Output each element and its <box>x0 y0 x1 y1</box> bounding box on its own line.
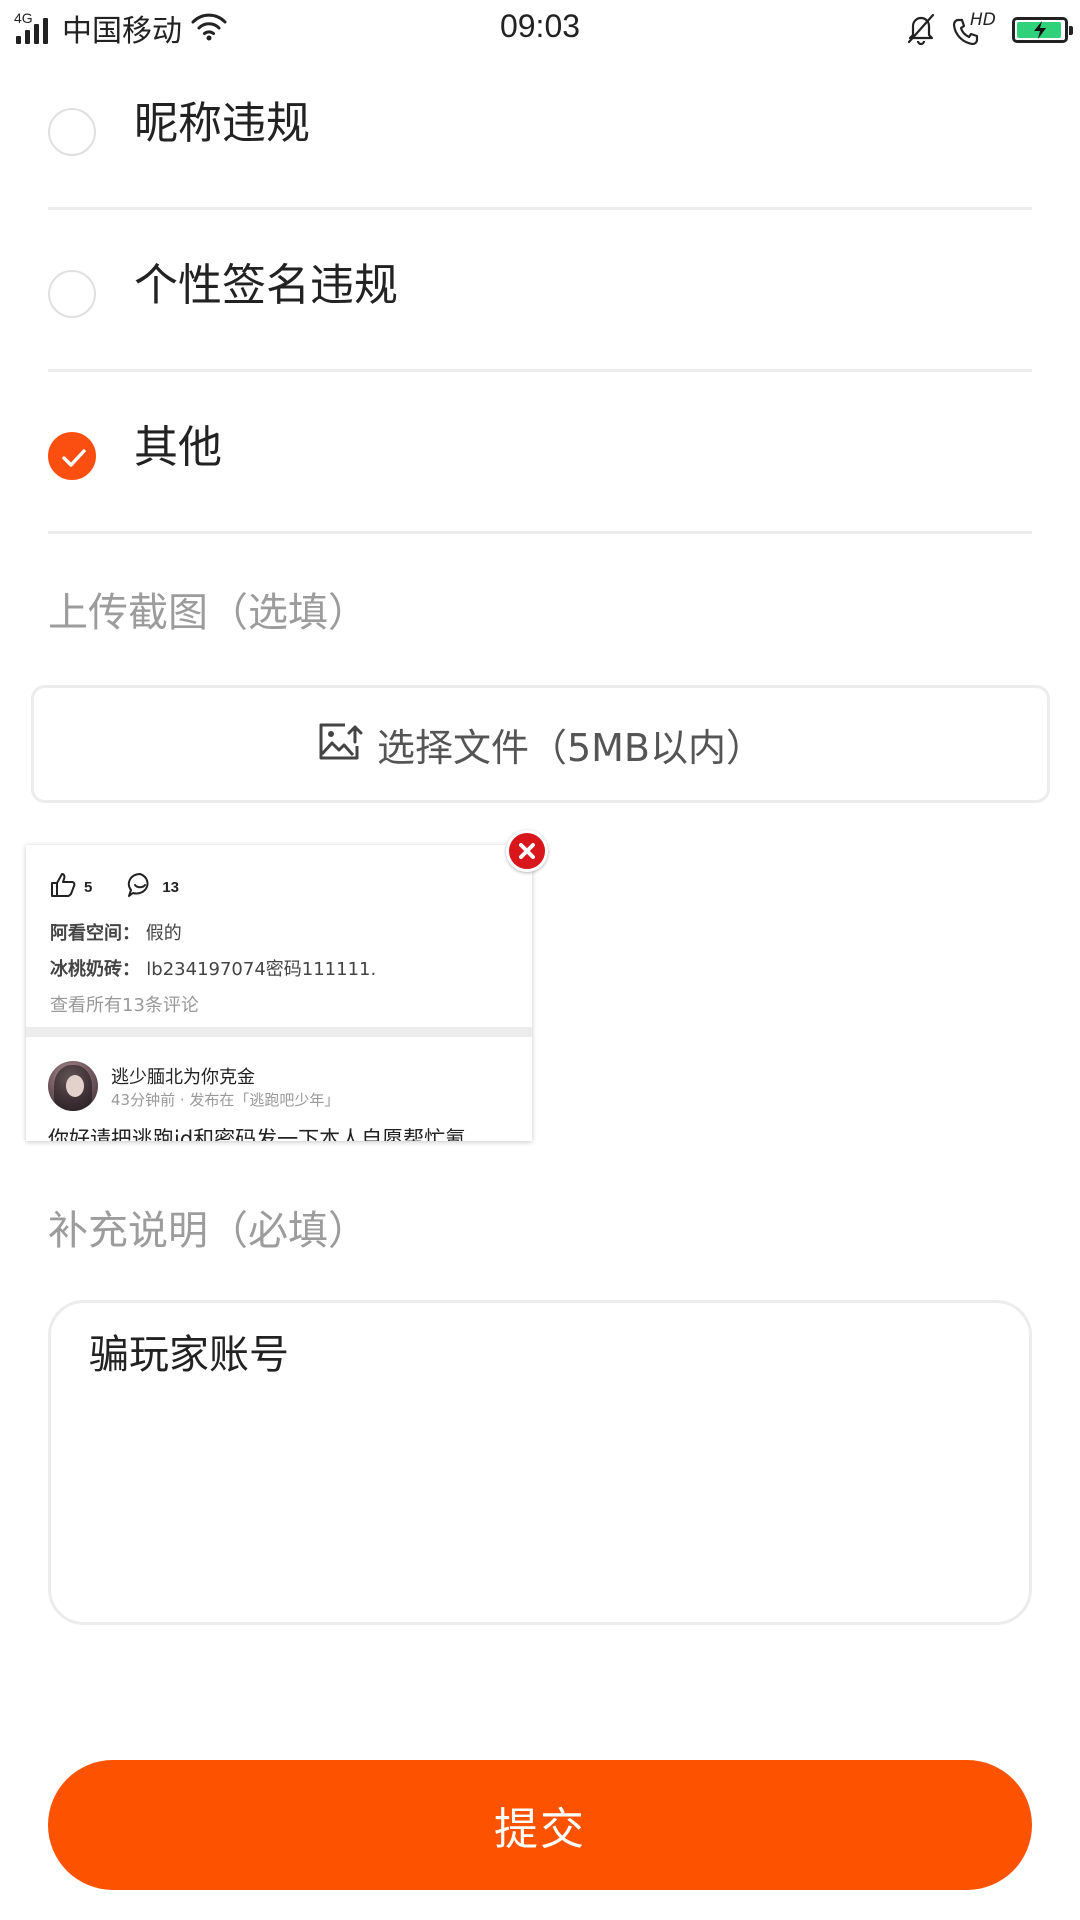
comment-2: 冰桃奶砖： lb234197074密码111111. <box>50 959 377 980</box>
hd-call-icon: HD <box>950 10 998 48</box>
battery-icon <box>1012 17 1073 43</box>
upload-section-title: 上传截图（选填） <box>48 590 368 636</box>
comment-1-author: 阿看空间 <box>50 923 122 944</box>
description-value: 骗玩家账号 <box>89 1332 289 1378</box>
view-all-comments: 查看所有13条评论 <box>50 995 199 1016</box>
radio-checked-icon[interactable] <box>48 432 96 480</box>
choose-file-button[interactable]: 选择文件（5MB以内） <box>31 685 1050 803</box>
comment-1: 阿看空间： 假的 <box>50 923 182 944</box>
radio-unchecked-icon[interactable] <box>48 270 96 318</box>
comment-2-text: lb234197074密码111111. <box>146 959 377 980</box>
option-other[interactable]: 其他 <box>48 372 1032 534</box>
choose-file-label: 选择文件（5MB以内） <box>376 725 765 770</box>
report-page: 4G 中国移动 09:03 HD 昵称违规 个性签名违规 其他 上传截图（选填）… <box>0 0 1080 1920</box>
option-nickname[interactable]: 昵称违规 <box>48 48 1032 210</box>
post-body: 你好请把逃跑id和密码发一下本人自愿帮忙氪 <box>48 1127 467 1141</box>
radio-unchecked-icon[interactable] <box>48 108 96 156</box>
image-upload-icon <box>317 722 363 766</box>
delete-screenshot-button[interactable] <box>506 830 548 872</box>
comment-icon <box>126 871 154 903</box>
like-count: 5 <box>84 878 93 896</box>
comment-1-text: 假的 <box>145 923 182 944</box>
description-section-title: 补充说明（必填） <box>48 1208 368 1254</box>
post-actions: 5 13 <box>50 867 179 907</box>
uploaded-screenshot-thumbnail[interactable]: 5 13 阿看空间： 假的 冰桃奶砖： lb234197074密码111111.… <box>26 845 532 1141</box>
close-icon <box>519 843 535 859</box>
bell-muted-icon <box>904 11 938 49</box>
description-textarea[interactable]: 骗玩家账号 <box>48 1300 1032 1625</box>
option-label: 其他 <box>134 422 222 473</box>
thumbs-up-icon <box>50 872 76 902</box>
option-signature[interactable]: 个性签名违规 <box>48 210 1032 372</box>
comment-count: 13 <box>162 878 180 896</box>
status-right: HD <box>904 10 1073 50</box>
post-author: 逃少腼北为你克金 <box>111 1067 255 1088</box>
divider <box>26 1027 532 1037</box>
comment-2-author: 冰桃奶砖 <box>50 959 122 980</box>
submit-button[interactable]: 提交 <box>48 1760 1032 1890</box>
hd-label: HD <box>970 10 996 30</box>
option-label: 个性签名违规 <box>134 260 398 311</box>
avatar <box>48 1061 98 1111</box>
option-label: 昵称违规 <box>134 98 310 149</box>
post-meta: 43分钟前 · 发布在「逃跑吧少年」 <box>111 1091 340 1109</box>
